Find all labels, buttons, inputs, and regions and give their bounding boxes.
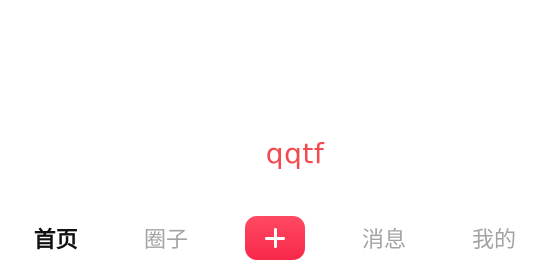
app-screen: qqtf 首页 圈子 消息 我的: [0, 0, 550, 275]
tab-home[interactable]: 首页: [20, 212, 92, 264]
plus-icon: [264, 227, 286, 249]
bottom-tab-bar: 首页 圈子 消息 我的: [0, 212, 550, 264]
tab-circle[interactable]: 圈子: [130, 212, 202, 264]
tab-me[interactable]: 我的: [458, 212, 530, 264]
brand-text: qqtf: [265, 137, 325, 170]
publish-button[interactable]: [245, 216, 305, 260]
tab-messages[interactable]: 消息: [348, 212, 420, 264]
